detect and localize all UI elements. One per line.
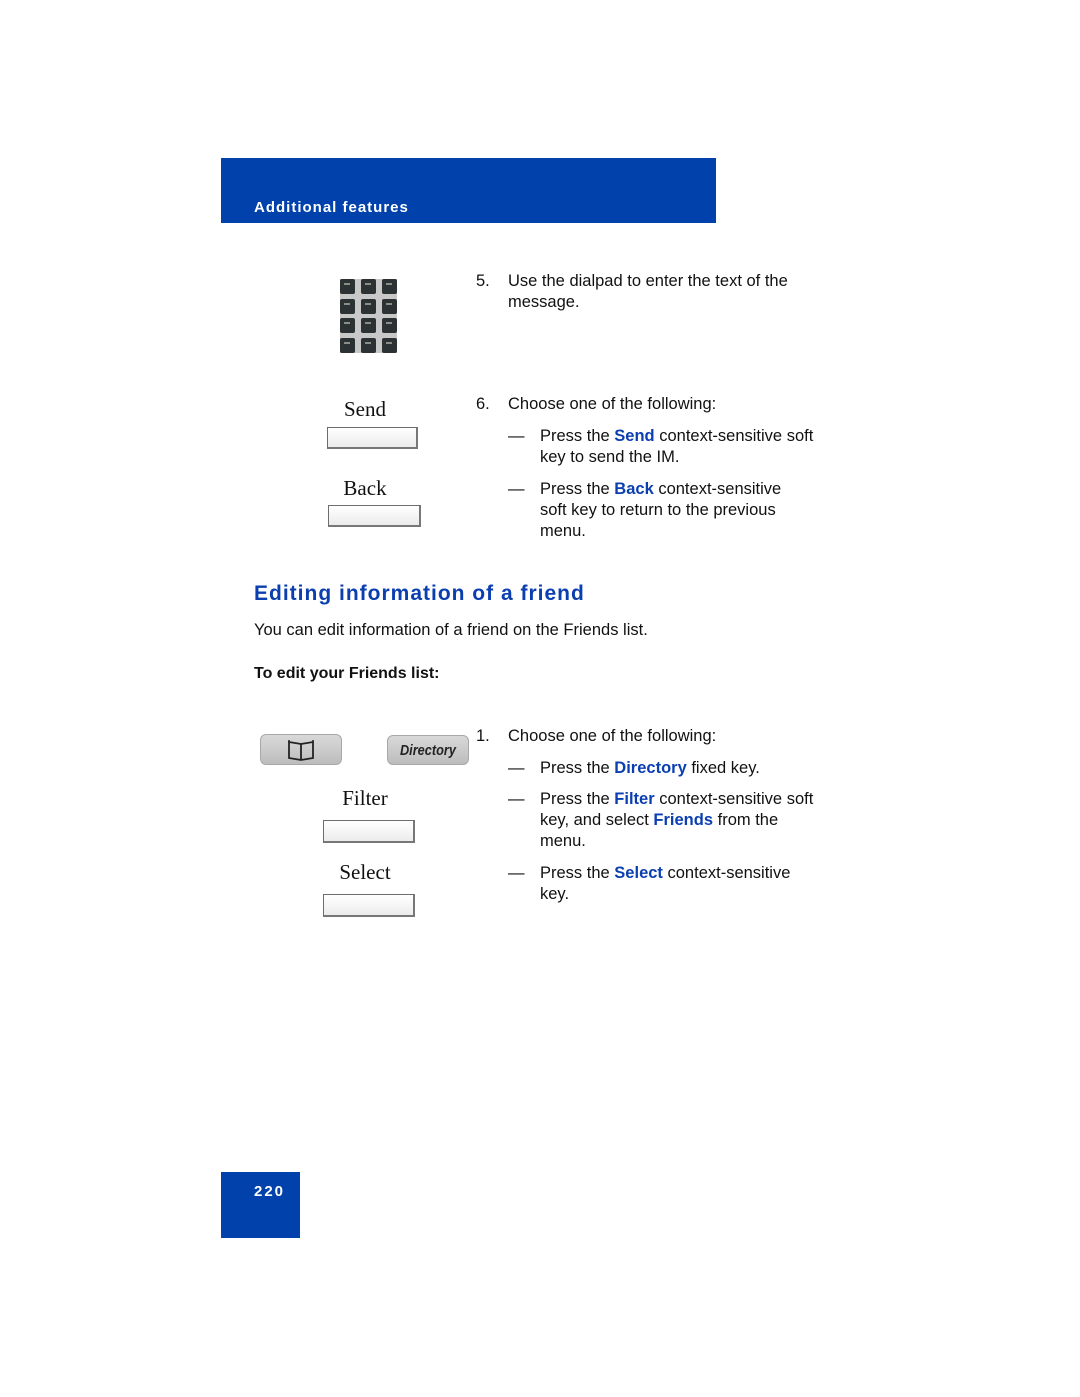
step-text: Choose one of the following: [508,727,717,745]
keyword-back: Back [614,480,654,498]
option-text: Press the Send context-sensitive soft ke… [540,426,820,468]
directory-book-key[interactable] [260,734,342,765]
option-suffix: fixed key. [686,759,760,777]
section-intro: You can edit information of a friend on … [254,621,648,639]
procedure-title: To edit your Friends list: [254,665,440,682]
dialpad-key [340,279,355,294]
filter-softkey-label: Filter [342,786,388,810]
dialpad-key [382,279,397,294]
step-text: Choose one of the following: [508,395,717,413]
dialpad-key [340,318,355,333]
back-softkey-label: Back [343,476,387,500]
send-softkey[interactable] [327,427,418,449]
option-prefix: Press the [540,759,615,777]
option-prefix: Press the [540,790,615,808]
keyword-filter: Filter [614,790,655,808]
dialpad-key [340,337,355,353]
option-text: Press the Filter context-sensitive soft … [540,789,815,852]
dialpad-key [382,298,397,314]
option-dash: — [508,790,525,808]
step-number: 1. [476,727,490,745]
directory-key-label: Directory [400,741,456,759]
step-number: 5. [476,272,490,290]
option-prefix: Press the [540,480,615,498]
option-prefix: Press the [540,864,615,882]
keyword-friends: Friends [653,811,714,829]
page-number: 220 [254,1183,286,1200]
dialpad-key [382,318,397,333]
keyword-send: Send [614,427,655,445]
section-title: Editing information of a friend [254,582,585,605]
dialpad-key [361,318,376,333]
keyword-directory: Directory [614,759,687,777]
option-text: Press the Directory fixed key. [540,758,820,779]
select-softkey-label: Select [339,860,391,884]
dialpad-key [361,337,376,353]
option-dash: — [508,864,525,882]
dialpad-icon [340,279,397,353]
step-number: 6. [476,395,490,413]
dialpad-key [361,279,376,294]
dialpad-key [340,298,355,314]
keyword-select: Select [614,864,663,882]
dialpad-key [382,337,397,353]
directory-key[interactable]: Directory [387,735,469,765]
back-softkey[interactable] [328,505,421,527]
option-prefix: Press the [540,427,615,445]
step-text: Use the dialpad to enter the text of the… [508,272,788,311]
dialpad-key [361,298,376,314]
book-icon [288,739,314,761]
select-softkey[interactable] [323,894,415,917]
option-text: Press the Back context-sensitive soft ke… [540,479,810,542]
option-dash: — [508,480,525,498]
option-dash: — [508,427,525,445]
send-softkey-label: Send [344,397,386,421]
section-header-label: Additional features [254,199,409,216]
filter-softkey[interactable] [323,820,415,843]
option-text: Press the Select context-sensitive key. [540,863,820,905]
page-number-box [221,1172,300,1238]
option-dash: — [508,759,525,777]
